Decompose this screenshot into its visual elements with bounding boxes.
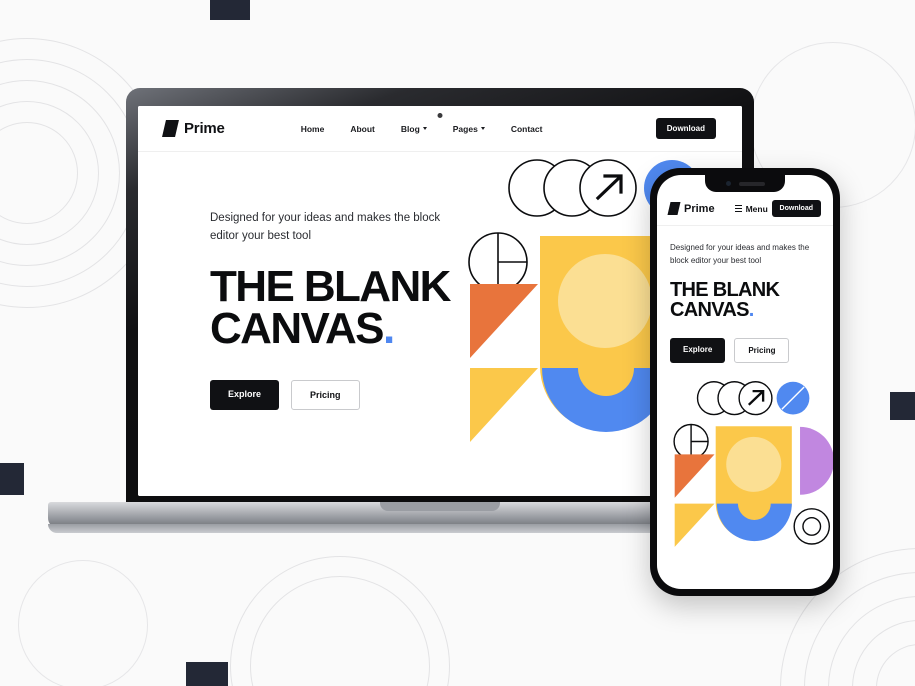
hero-title-line-1: THE BLANK (210, 261, 451, 311)
yellow-inner-circle (726, 436, 782, 492)
nav-link-label: Contact (510, 123, 543, 134)
nav-link-blog[interactable]: Blog (401, 124, 427, 134)
mobile-hero-title-line-1: THE BLANK (670, 278, 780, 301)
brand-name: Prime (684, 202, 715, 215)
concentric-circle-icon (793, 507, 831, 545)
earpiece-speaker-icon (738, 181, 765, 186)
mobile-hero-subtitle: Designed for your ideas and makes the bl… (670, 243, 810, 265)
hero-title-line-2: CANVAS. (210, 303, 395, 353)
phone-notch (705, 175, 785, 192)
mobile-hero: Designed for your ideas and makes the bl… (657, 226, 833, 552)
webcam-icon (437, 113, 443, 118)
quartered-circle-icon (468, 232, 528, 292)
decor-square-bottom (186, 662, 228, 686)
nav-link-label: About (350, 123, 375, 134)
pricing-button[interactable]: Pricing (291, 380, 360, 411)
hero-buttons: Explore Pricing (210, 380, 476, 411)
blue-circle-with-diagonal (776, 381, 810, 415)
mobile-menu-button[interactable]: Menu (734, 203, 768, 214)
nav-link-about[interactable]: About (350, 124, 375, 134)
mobile-download-button[interactable]: Download (771, 200, 821, 217)
chevron-down-icon (422, 127, 427, 130)
three-overlapping-circles-icon (508, 159, 637, 217)
mobile-explore-button[interactable]: Explore (670, 337, 726, 363)
nav-link-home[interactable]: Home (301, 124, 325, 134)
nav-link-contact[interactable]: Contact (511, 124, 543, 134)
nav-link-label: Home (300, 123, 325, 134)
phone-frame: Prime Menu Download Designed for your id… (650, 168, 840, 596)
mobile-hero-title: THE BLANK CANVAS. (670, 280, 820, 320)
decor-concentric-rings-bottom-center (230, 556, 450, 686)
mobile-hero-buttons: Explore Pricing (670, 337, 820, 363)
nav-link-pages[interactable]: Pages (453, 124, 485, 134)
mobile-navbar: Prime Menu Download (657, 192, 833, 226)
yellow-inner-circle (558, 254, 652, 348)
three-overlapping-circles-icon (696, 380, 773, 415)
download-button[interactable]: Download (655, 118, 716, 139)
purple-half-circle (800, 426, 833, 495)
phone-screen: Prime Menu Download Designed for your id… (657, 175, 833, 589)
mobile-menu-label: Menu (745, 203, 768, 214)
brand-name: Prime (184, 120, 225, 137)
phone-mockup: Prime Menu Download Designed for your id… (650, 168, 840, 596)
quartered-circle-icon (673, 423, 709, 459)
hamburger-icon (734, 205, 742, 212)
chevron-down-icon (480, 127, 485, 130)
nav-link-label: Pages (452, 123, 478, 134)
brand-mark-icon (162, 120, 179, 137)
brand-mark-icon (667, 202, 681, 215)
nav-link-label: Blog (400, 123, 420, 134)
front-camera-icon (725, 181, 731, 186)
yellow-triangle (470, 368, 538, 442)
mobile-hero-artwork (670, 377, 833, 552)
decor-square-right (890, 392, 915, 420)
mobile-hero-accent-dot: . (748, 298, 755, 321)
explore-button[interactable]: Explore (210, 380, 280, 411)
orange-triangle (470, 284, 538, 358)
hero-title: THE BLANK CANVAS. (210, 261, 476, 353)
hero-copy: Designed for your ideas and makes the bl… (138, 152, 476, 496)
decor-square-top (210, 0, 250, 20)
decor-circle-bottom-left (18, 560, 148, 686)
hero-title-accent-dot: . (382, 303, 395, 353)
mobile-pricing-button[interactable]: Pricing (734, 337, 790, 363)
orange-triangle (674, 453, 715, 498)
brand-logo[interactable]: Prime (162, 120, 225, 137)
hero-subtitle: Designed for your ideas and makes the bl… (210, 212, 441, 242)
yellow-triangle (674, 503, 715, 547)
decor-square-left (0, 463, 24, 495)
desktop-nav-links: Home About Blog Pages Contact (301, 124, 543, 134)
mobile-hero-title-line-2: CANVAS. (670, 298, 755, 321)
